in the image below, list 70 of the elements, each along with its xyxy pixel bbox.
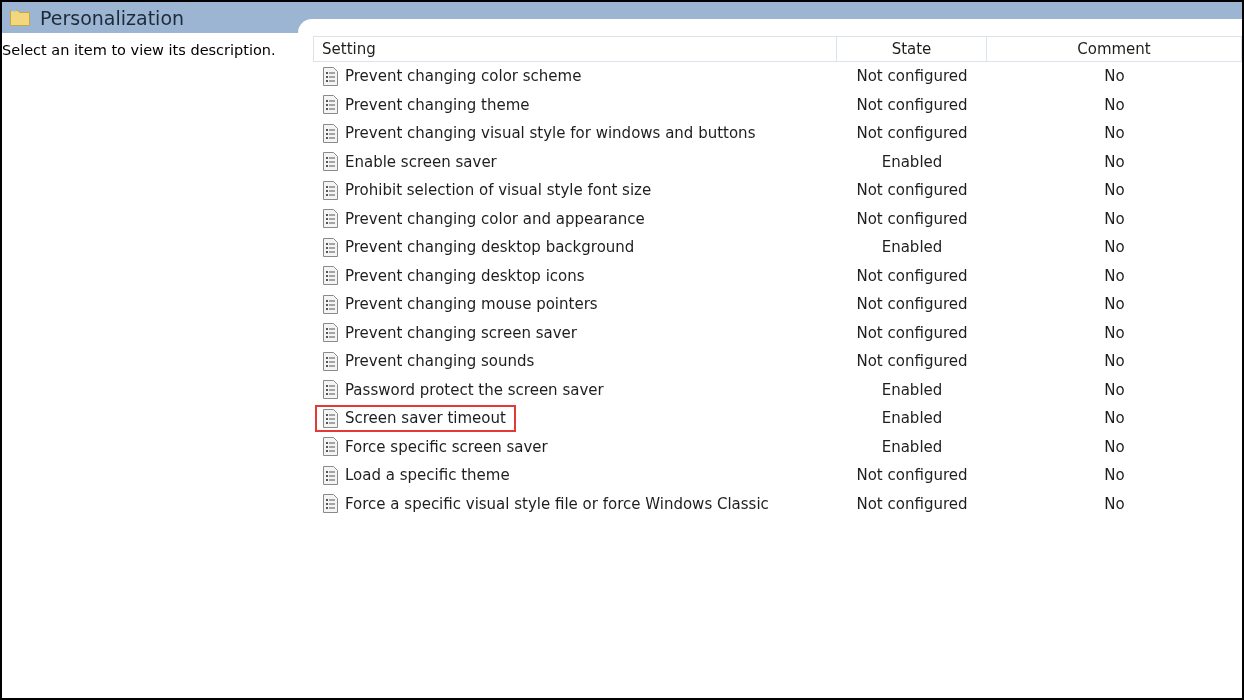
setting-item[interactable]: Prevent changing color and appearance: [315, 205, 655, 233]
state-cell-text: Enabled: [880, 409, 944, 428]
comment-cell-text: No: [1103, 95, 1126, 114]
policy-icon: [322, 266, 339, 286]
state-cell-text: Not configured: [855, 266, 969, 285]
state-cell-text: Not configured: [855, 494, 969, 513]
setting-item[interactable]: Prevent changing color scheme: [315, 62, 592, 90]
comment-cell-text: No: [1103, 152, 1126, 171]
setting-item[interactable]: Prohibit selection of visual style font size: [315, 176, 662, 204]
state-cell-text: Not configured: [855, 67, 969, 86]
column-header[interactable]: Setting: [313, 36, 837, 62]
comment-cell-text: No: [1103, 494, 1126, 513]
category-title: Personalization: [40, 6, 185, 29]
state-cell-text: Not configured: [855, 95, 969, 114]
comment-cell-text: No: [1103, 67, 1126, 86]
policy-icon: [322, 408, 339, 428]
setting-item[interactable]: Force specific screen saver: [315, 433, 558, 461]
folder-icon: [10, 9, 30, 26]
comment-cell-text: No: [1103, 266, 1126, 285]
column-header[interactable]: Comment: [987, 36, 1242, 62]
comment-cell-text: No: [1103, 352, 1126, 371]
policy-icon: [322, 95, 339, 115]
setting-item[interactable]: Load a specific theme: [315, 461, 520, 489]
comment-cell-text: No: [1103, 295, 1126, 314]
highlighted-setting[interactable]: Screen saver timeout: [315, 404, 516, 432]
policy-icon: [322, 494, 339, 514]
policy-icon: [322, 237, 339, 257]
policy-icon: [322, 152, 339, 172]
comment-cell-text: No: [1103, 209, 1126, 228]
setting-item[interactable]: Prevent changing sounds: [315, 347, 545, 375]
comment-cell-text: No: [1103, 466, 1126, 485]
setting-item[interactable]: Prevent changing desktop background: [315, 233, 645, 261]
policy-icon: [322, 123, 339, 143]
state-cell-text: Enabled: [880, 152, 944, 171]
state-cell-text: Enabled: [880, 437, 944, 456]
comment-cell-text: No: [1103, 124, 1126, 143]
column-header[interactable]: State: [837, 36, 987, 62]
state-cell-text: Not configured: [855, 124, 969, 143]
policy-icon: [322, 465, 339, 485]
policy-icon: [322, 294, 339, 314]
policy-icon: [322, 66, 339, 86]
state-cell-text: Not configured: [855, 295, 969, 314]
comment-cell-text: No: [1103, 181, 1126, 200]
setting-item[interactable]: Prevent changing theme: [315, 91, 540, 119]
policy-icon: [322, 209, 339, 229]
setting-item[interactable]: Enable screen saver: [315, 148, 507, 176]
state-cell-text: Not configured: [855, 466, 969, 485]
description-text: Select an item to view its description.: [2, 42, 276, 58]
setting-item[interactable]: Force a specific visual style file or force Windows Classic: [315, 490, 779, 518]
setting-item[interactable]: Prevent changing desktop icons: [315, 262, 595, 290]
setting-item[interactable]: Prevent changing visual style for windows and buttons: [315, 119, 766, 147]
state-cell-text: Enabled: [880, 380, 944, 399]
state-cell-text: Not configured: [855, 181, 969, 200]
state-cell-text: Not configured: [855, 209, 969, 228]
policy-icon: [322, 180, 339, 200]
setting-item[interactable]: Password protect the screen saver: [315, 376, 614, 404]
comment-cell-text: No: [1103, 437, 1126, 456]
comment-cell-text: No: [1103, 323, 1126, 342]
comment-cell-text: No: [1103, 380, 1126, 399]
policy-icon: [322, 437, 339, 457]
policy-icon: [322, 380, 339, 400]
comment-cell-text: No: [1103, 409, 1126, 428]
state-cell-text: Not configured: [855, 352, 969, 371]
comment-cell-text: No: [1103, 238, 1126, 257]
state-cell-text: Not configured: [855, 323, 969, 342]
state-cell-text: Enabled: [880, 238, 944, 257]
policy-icon: [322, 323, 339, 343]
setting-item[interactable]: Prevent changing mouse pointers: [315, 290, 608, 318]
policy-icon: [322, 351, 339, 371]
setting-item[interactable]: Prevent changing screen saver: [315, 319, 587, 347]
